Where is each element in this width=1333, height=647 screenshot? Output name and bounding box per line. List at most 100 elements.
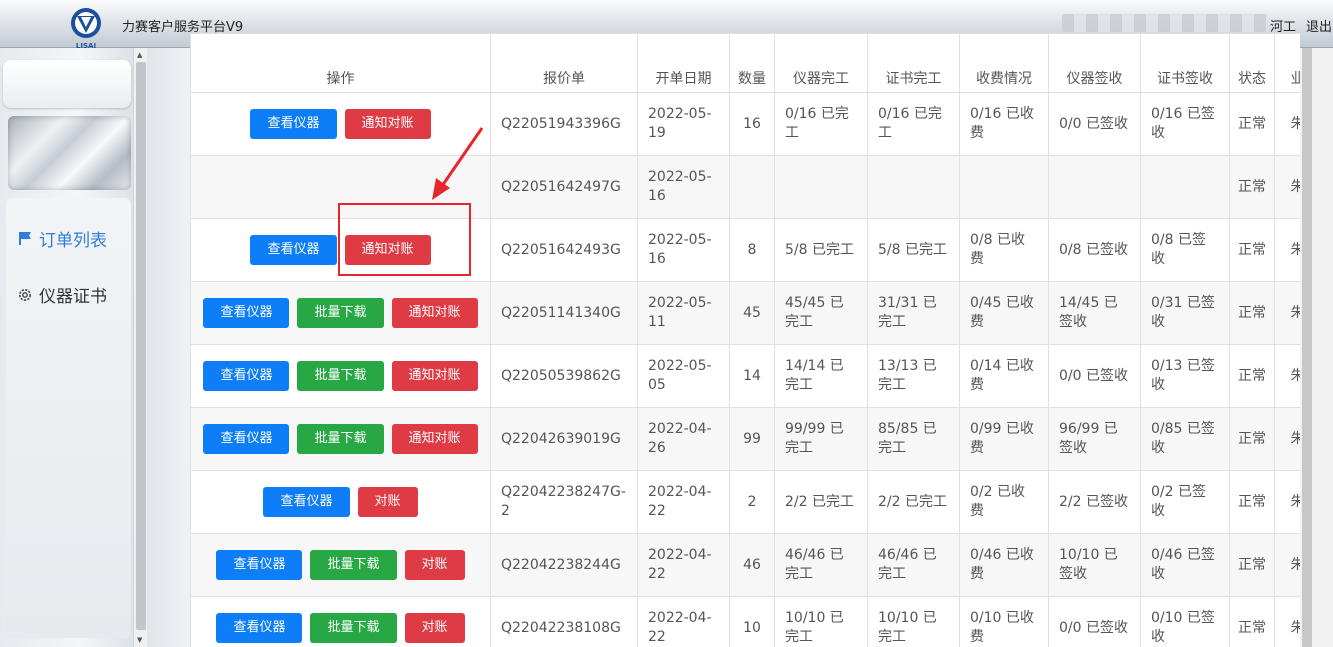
view-instruments-button[interactable]: 查看仪器	[203, 361, 290, 391]
batch-download-button[interactable]: 批量下载	[297, 298, 384, 328]
qty-cell: 2	[729, 470, 775, 534]
batch-download-button[interactable]: 批量下载	[297, 361, 384, 391]
table-row: 查看仪器 批量下载 对账 Q22042238108G 2022-04-22 10 10/10…	[190, 596, 1300, 647]
quote-cell: Q22042238244G	[490, 533, 638, 597]
reconcile-button[interactable]: 对账	[357, 487, 418, 517]
notify-reconcile-button[interactable]: 通知对账	[344, 235, 431, 265]
instrument-done-cell: 5/8 已完工	[774, 218, 868, 282]
view-instruments-button[interactable]: 查看仪器	[216, 613, 303, 643]
status-cell: 正常	[1229, 344, 1275, 408]
instrument-sign-cell: 0/0 已签收	[1048, 344, 1141, 408]
orders-table: 操作 报价单 开单日期 数量 仪器完工 证书完工 收费情况 仪器签收 证书签收 …	[190, 33, 1300, 647]
cert-done-cell: 46/46 已完工	[867, 533, 960, 597]
notify-reconcile-button[interactable]: 通知对账	[391, 424, 478, 454]
cert-sign-cell: 0/8 已签收	[1140, 218, 1230, 282]
instrument-sign-cell	[1048, 155, 1141, 219]
actions-cell: 查看仪器 对账	[190, 470, 491, 534]
batch-download-button[interactable]: 批量下载	[310, 550, 397, 580]
notify-reconcile-button[interactable]: 通知对账	[344, 109, 431, 139]
reconcile-button[interactable]: 对账	[404, 613, 465, 643]
table-scrollbar-thumb[interactable]	[1302, 48, 1312, 647]
logout-link[interactable]: 退出	[1306, 20, 1332, 35]
view-instruments-button[interactable]: 查看仪器	[203, 424, 290, 454]
cert-done-cell	[867, 155, 960, 219]
cert-sign-cell: 0/46 已签收	[1140, 533, 1230, 597]
view-instruments-button[interactable]: 查看仪器	[263, 487, 350, 517]
date-cell: 2022-05-16	[637, 155, 730, 219]
table-header-row: 操作 报价单 开单日期 数量 仪器完工 证书完工 收费情况 仪器签收 证书签收 …	[190, 33, 1300, 93]
notify-reconcile-button[interactable]: 通知对账	[391, 298, 478, 328]
cert-sign-cell: 0/2 已签收	[1140, 470, 1230, 534]
date-cell: 2022-04-22	[637, 596, 730, 647]
scroll-down-arrow-icon[interactable]: ▼	[137, 636, 142, 644]
qty-cell: 16	[729, 92, 775, 156]
sidebar: 订单列表 仪器证书	[0, 48, 133, 647]
notify-reconcile-button[interactable]: 通知对账	[391, 361, 478, 391]
fee-cell: 0/2 已收费	[959, 470, 1049, 534]
actions-cell	[190, 155, 491, 219]
scroll-up-arrow-icon[interactable]: ▲	[137, 51, 142, 59]
sidebar-scrollbar-thumb[interactable]	[136, 62, 146, 630]
flag-icon	[16, 230, 34, 248]
col-header-extra: 业	[1274, 33, 1300, 93]
table-row: 查看仪器 对账 Q22042238247G-2 2022-04-22 2 2/2 已完工 2…	[190, 470, 1300, 534]
view-instruments-button[interactable]: 查看仪器	[250, 109, 337, 139]
date-cell: 2022-04-22	[637, 533, 730, 597]
instrument-done-cell: 2/2 已完工	[774, 470, 868, 534]
date-cell: 2022-04-26	[637, 407, 730, 471]
table-row: 查看仪器 批量下载 通知对账 Q22051141340G 2022-05-11 45 45/…	[190, 281, 1300, 345]
view-instruments-button[interactable]: 查看仪器	[203, 298, 290, 328]
col-header-instrument-done: 仪器完工	[774, 33, 868, 93]
qty-cell: 10	[729, 596, 775, 647]
table-row: 查看仪器 通知对账 Q22051642493G 2022-05-16 8 5/8 已完工 5…	[190, 218, 1300, 282]
table-row: 查看仪器 批量下载 对账 Q22042238244G 2022-04-22 46 46/46…	[190, 533, 1300, 597]
sidebar-item-label: 仪器证书	[39, 287, 107, 307]
cert-done-cell: 0/16 已完工	[867, 92, 960, 156]
table-body: 查看仪器 通知对账 Q22051943396G 2022-05-19 16 0/16 已完…	[190, 92, 1300, 647]
status-cell: 正常	[1229, 155, 1275, 219]
batch-download-button[interactable]: 批量下载	[310, 613, 397, 643]
cert-sign-cell: 0/31 已签收	[1140, 281, 1230, 345]
table-scrollbar[interactable]	[1300, 48, 1333, 647]
status-cell: 正常	[1229, 533, 1275, 597]
instrument-sign-cell: 2/2 已签收	[1048, 470, 1141, 534]
cert-sign-cell	[1140, 155, 1230, 219]
batch-download-button[interactable]: 批量下载	[297, 424, 384, 454]
quote-cell: Q22042639019G	[490, 407, 638, 471]
extra-cell: 朱	[1274, 218, 1300, 282]
fee-cell: 0/10 已收费	[959, 596, 1049, 647]
sidebar-item-orders[interactable]: 订单列表	[16, 226, 107, 251]
view-instruments-button[interactable]: 查看仪器	[250, 235, 337, 265]
status-cell: 正常	[1229, 281, 1275, 345]
sidebar-item-label: 订单列表	[39, 231, 107, 251]
instrument-done-cell: 10/10 已完工	[774, 596, 868, 647]
instrument-sign-cell: 0/8 已签收	[1048, 218, 1141, 282]
quote-cell: Q22050539862G	[490, 344, 638, 408]
extra-cell: 朱	[1274, 281, 1300, 345]
cert-done-cell: 5/8 已完工	[867, 218, 960, 282]
date-cell: 2022-05-11	[637, 281, 730, 345]
instrument-sign-cell: 10/10 已签收	[1048, 533, 1141, 597]
col-header-actions: 操作	[190, 33, 491, 93]
content-gutter	[147, 48, 190, 647]
sidebar-scrollbar[interactable]: ▲ ▼	[133, 48, 147, 647]
quote-cell: Q22042238247G-2	[490, 470, 638, 534]
fee-cell: 0/99 已收费	[959, 407, 1049, 471]
qty-cell: 14	[729, 344, 775, 408]
fee-cell	[959, 155, 1049, 219]
status-cell: 正常	[1229, 218, 1275, 282]
quote-cell: Q22051642493G	[490, 218, 638, 282]
col-header-date: 开单日期	[637, 33, 730, 93]
view-instruments-button[interactable]: 查看仪器	[216, 550, 303, 580]
status-cell: 正常	[1229, 596, 1275, 647]
cert-done-cell: 2/2 已完工	[867, 470, 960, 534]
extra-cell: 朱	[1274, 92, 1300, 156]
instrument-done-cell: 14/14 已完工	[774, 344, 868, 408]
fee-cell: 0/16 已收费	[959, 92, 1049, 156]
instrument-done-cell: 45/45 已完工	[774, 281, 868, 345]
extra-cell: 朱	[1274, 344, 1300, 408]
fee-cell: 0/8 已收费	[959, 218, 1049, 282]
sidebar-item-certificates[interactable]: 仪器证书	[16, 282, 107, 307]
reconcile-button[interactable]: 对账	[404, 550, 465, 580]
quote-cell: Q22051141340G	[490, 281, 638, 345]
